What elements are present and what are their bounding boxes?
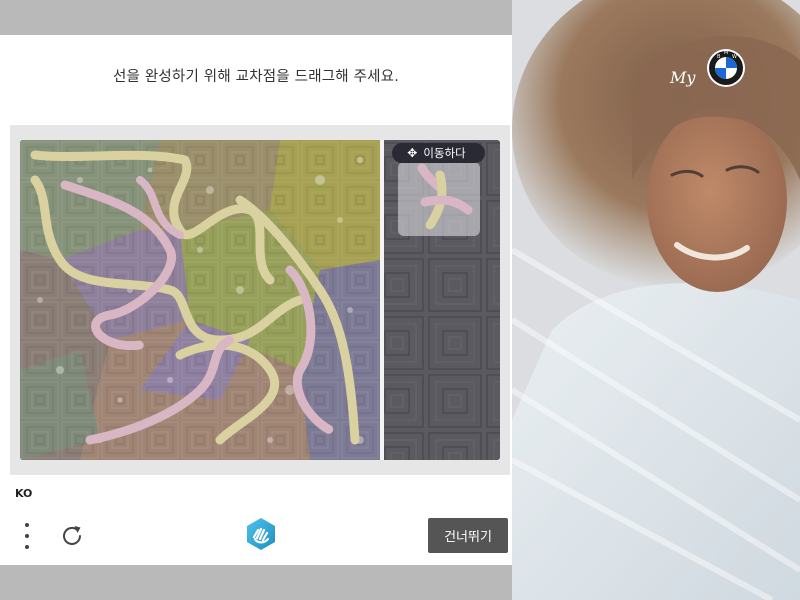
- bmw-roundel-icon: B M W: [707, 49, 745, 87]
- captcha-prompt: 선을 완성하기 위해 교차점을 드래그해 주세요.: [112, 69, 400, 85]
- skip-button[interactable]: 건너뛰기: [428, 518, 508, 553]
- puzzle-canvas[interactable]: [20, 140, 500, 460]
- hand-logo-icon: [244, 517, 278, 551]
- my-bmw-logo-text: My: [670, 68, 696, 87]
- refresh-icon[interactable]: [58, 522, 86, 550]
- svg-text:B: B: [717, 54, 721, 60]
- hero-photo: [512, 0, 800, 600]
- puzzle-frame: [10, 125, 510, 475]
- move-label: 이동하다: [423, 146, 466, 160]
- woman-portrait-image: [512, 0, 800, 600]
- svg-text:W: W: [732, 54, 737, 60]
- move-arrows-icon: ✥: [407, 146, 418, 160]
- move-chip[interactable]: ✥ 이동하다: [392, 143, 485, 163]
- captcha-dialog: 선을 완성하기 위해 교차점을 드래그해 주세요. KO 건너뛰기: [0, 35, 512, 565]
- my-bmw-logo: My B M W: [670, 46, 750, 98]
- puzzle-image: [20, 140, 500, 460]
- language-label[interactable]: KO: [15, 487, 32, 500]
- svg-text:M: M: [724, 50, 728, 56]
- more-vertical-icon[interactable]: [18, 523, 36, 549]
